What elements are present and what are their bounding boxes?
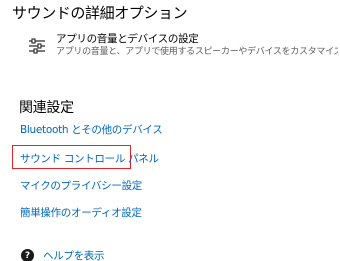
microphone-privacy-link[interactable]: マイクのプライバシー設定 [20, 178, 142, 193]
get-help-link[interactable]: ヘルプを表示 [43, 248, 105, 261]
settings-page: サウンドの詳細オプション アプリの音量とデバイスの設定 アプリの音量と、アプリで… [0, 0, 340, 261]
app-volume-title: アプリの音量とデバイスの設定 [56, 33, 199, 45]
sliders-icon [29, 38, 45, 54]
help-icon: ? [21, 249, 34, 261]
get-help-row[interactable]: ? ヘルプを表示 [21, 248, 105, 261]
accessibility-audio-link[interactable]: 簡単操作のオーディオ設定 [20, 205, 142, 220]
bluetooth-devices-link[interactable]: Bluetooth とその他のデバイス [20, 122, 163, 137]
app-volume-description: アプリの音量と、アプリで使用するスピーカーやデバイスをカスタマイズします。 [56, 47, 338, 57]
app-volume-device-settings[interactable]: アプリの音量とデバイスの設定 アプリの音量と、アプリで使用するスピーカーやデバイ… [28, 32, 338, 64]
sound-control-panel-link[interactable]: サウンド コントロール パネル [20, 151, 159, 166]
advanced-sound-options-title: サウンドの詳細オプション [12, 4, 188, 22]
related-settings-title: 関連設定 [19, 100, 74, 116]
